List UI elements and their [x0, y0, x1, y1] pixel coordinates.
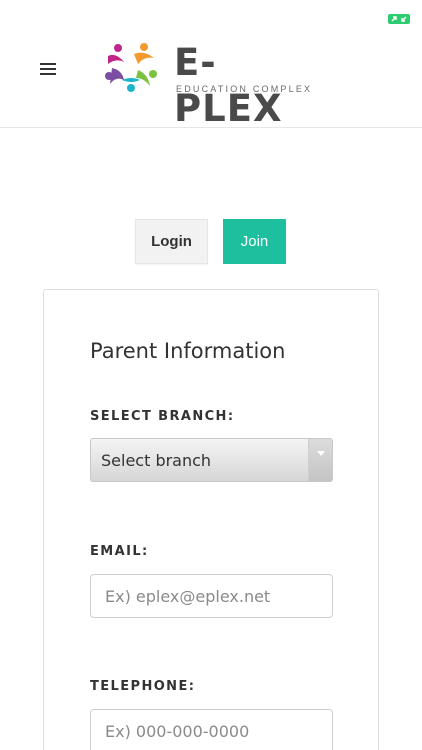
brand-logo: E-PLEX EDUCATION COMPLEX — [104, 40, 324, 130]
email-label: EMAIL: — [90, 544, 149, 559]
branch-label: SELECT BRANCH: — [90, 409, 235, 424]
branch-select[interactable]: Select branch — [90, 438, 333, 482]
branch-select-value: Select branch — [101, 451, 212, 470]
telephone-label: TELEPHONE: — [90, 679, 196, 694]
app-screen: E-PLEX EDUCATION COMPLEX Login Join Pare… — [0, 0, 422, 750]
tab-login[interactable]: Login — [135, 219, 208, 264]
logo-people-icon — [105, 43, 157, 92]
select-arrow-button[interactable] — [308, 439, 332, 481]
expand-arrows-icon[interactable] — [388, 14, 410, 24]
section-title: Parent Information — [90, 339, 286, 363]
brand-subtitle: EDUCATION COMPLEX — [176, 84, 313, 94]
registration-card: Parent Information SELECT BRANCH: Select… — [43, 289, 379, 750]
hamburger-menu-icon[interactable] — [40, 63, 56, 76]
telephone-field[interactable] — [90, 709, 333, 750]
tab-join[interactable]: Join — [223, 219, 286, 264]
chevron-down-icon — [316, 451, 325, 456]
header: E-PLEX EDUCATION COMPLEX — [0, 0, 422, 130]
email-field[interactable] — [90, 574, 333, 618]
